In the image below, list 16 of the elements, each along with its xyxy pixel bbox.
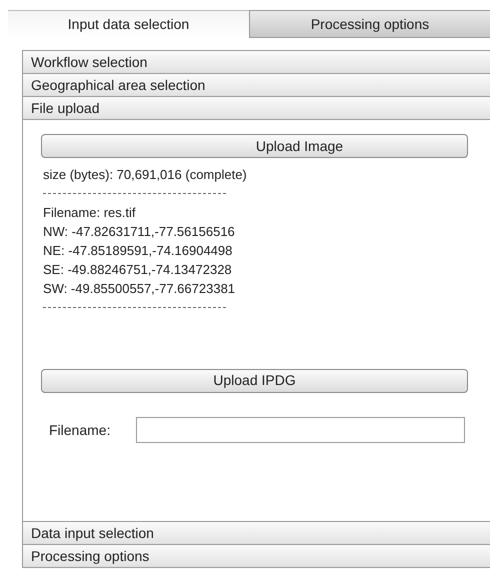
info-line: SE: -49.88246751,-74.13472328 — [43, 260, 233, 278]
section-header[interactable]: Geographical area selection — [23, 74, 490, 97]
tab[interactable]: Processing options — [248, 10, 490, 38]
size-text: size (bytes): 70,691,016 (complete) — [43, 166, 248, 184]
info-line: SW: -49.85500557,-77.66723381 — [43, 280, 236, 298]
info-line: Filename: res.tif — [43, 204, 136, 222]
section-header[interactable]: Processing options — [23, 545, 490, 568]
section-header[interactable]: Data input selection — [23, 522, 490, 545]
info-line: NE: -47.85189591,-74.16904498 — [43, 242, 234, 260]
filename-field[interactable] — [136, 417, 465, 443]
upload-button[interactable]: Upload IPDG — [41, 368, 468, 392]
section-header[interactable]: File upload — [23, 97, 490, 120]
filename-label: Filename: — [49, 420, 112, 440]
section-header[interactable]: Workflow selection — [23, 51, 490, 74]
upload-button[interactable]: Upload Image — [41, 134, 468, 158]
info-line: NW: -47.82631711,-77.56156516 — [43, 222, 236, 240]
